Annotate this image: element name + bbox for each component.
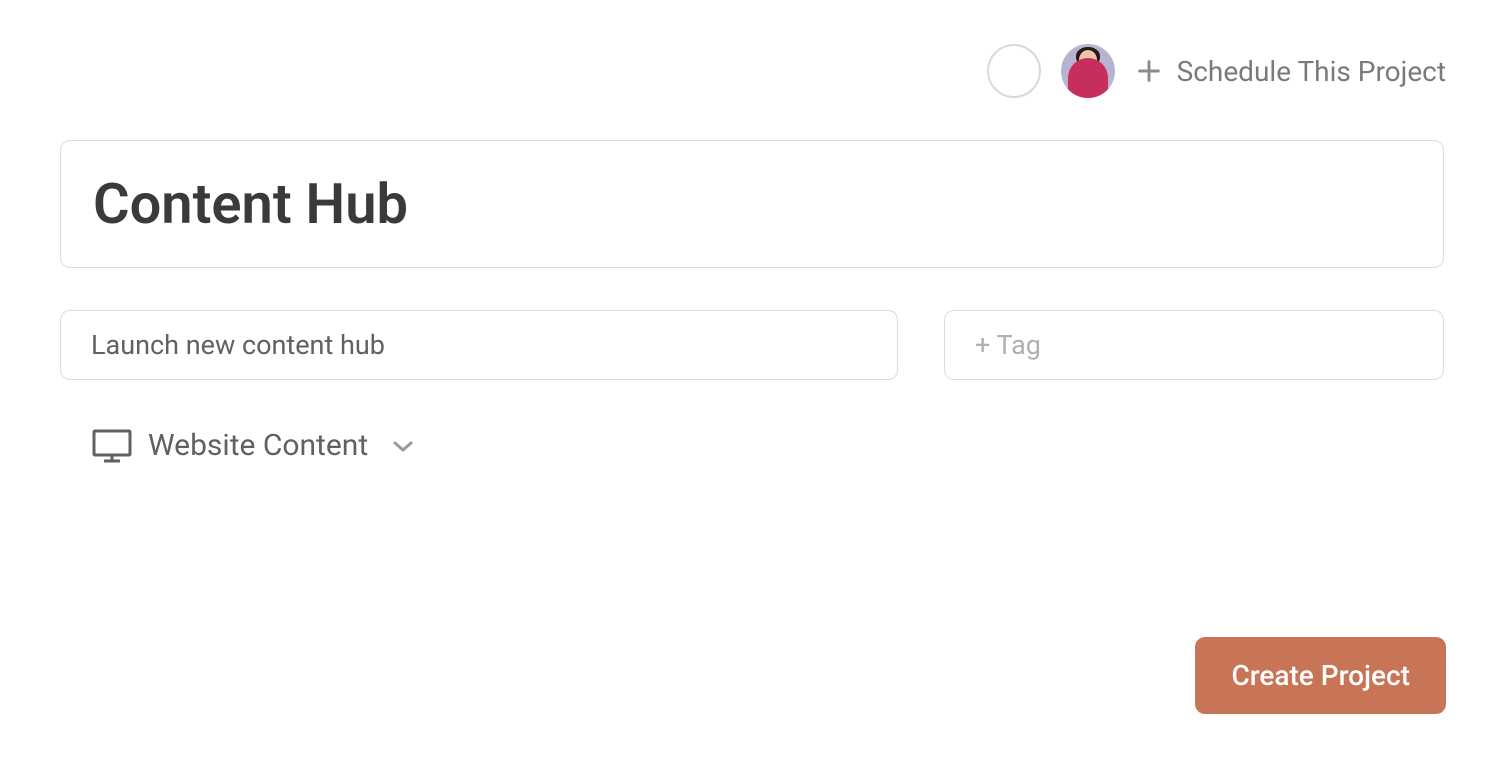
- schedule-project-button[interactable]: Schedule This Project: [1135, 55, 1446, 88]
- chevron-down-icon: [392, 439, 414, 453]
- description-input[interactable]: [91, 329, 867, 361]
- status-circle[interactable]: [987, 44, 1041, 98]
- description-container: [60, 310, 898, 380]
- header-row: Schedule This Project: [987, 44, 1446, 98]
- create-project-button[interactable]: Create Project: [1195, 637, 1446, 714]
- avatar-body: [1068, 58, 1108, 98]
- category-selector[interactable]: Website Content: [92, 428, 414, 463]
- avatar[interactable]: [1061, 44, 1115, 98]
- tag-container: [944, 310, 1444, 380]
- fields-row: [60, 310, 1444, 380]
- project-title-container: [60, 140, 1444, 268]
- monitor-icon: [92, 429, 132, 463]
- category-label: Website Content: [148, 428, 368, 463]
- project-title-input[interactable]: [93, 171, 1411, 237]
- plus-icon: [1135, 57, 1163, 85]
- tag-input[interactable]: [975, 329, 1413, 361]
- schedule-label: Schedule This Project: [1177, 55, 1446, 88]
